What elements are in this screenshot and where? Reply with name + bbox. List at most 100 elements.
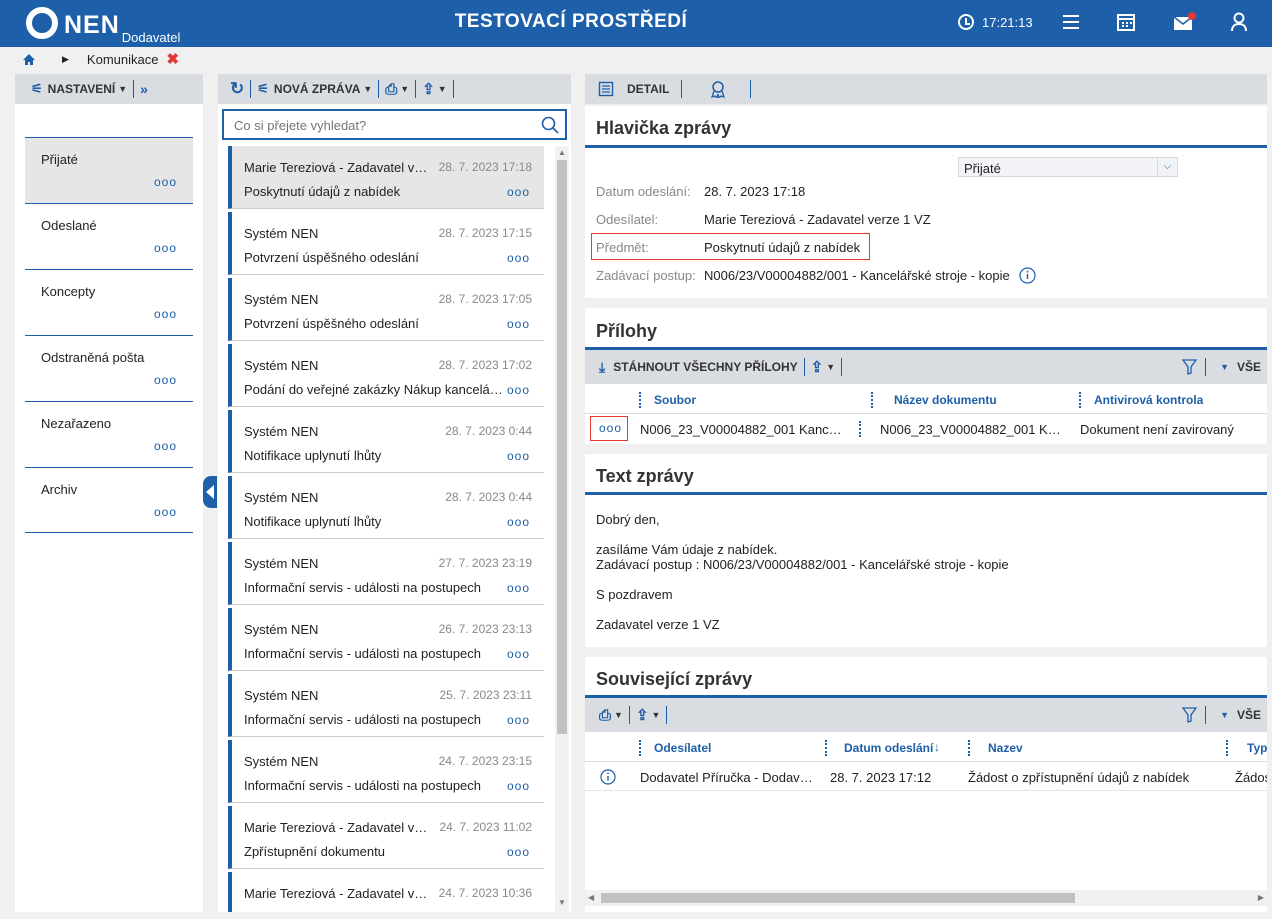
chevron-down-icon[interactable]: ▼ — [400, 84, 409, 94]
chevron-down-icon[interactable]: ⌵ — [1157, 158, 1177, 176]
scrollbar-thumb[interactable] — [601, 893, 1075, 903]
tab-detail[interactable]: DETAIL — [627, 82, 669, 96]
section-title-related: Související zprávy — [596, 669, 753, 689]
more-options-icon[interactable]: ooo — [154, 373, 177, 387]
message-item[interactable]: Systém NEN 26. 7. 2023 23:13 Informační … — [228, 608, 544, 671]
home-icon[interactable] — [22, 53, 36, 66]
more-options-icon[interactable]: ooo — [507, 251, 530, 265]
export-icon[interactable]: ⇪ — [811, 358, 824, 376]
more-options-icon[interactable]: ooo — [154, 241, 177, 255]
message-item[interactable]: Systém NEN 24. 7. 2023 23:15 Informační … — [228, 740, 544, 803]
folder-item-unsorted[interactable]: Nezařazeno ooo — [25, 401, 193, 467]
breadcrumb-current[interactable]: Komunikace — [87, 52, 159, 67]
message-body-line: zasíláme Vám údaje z nabídek. — [596, 542, 778, 557]
more-options-icon[interactable]: ooo — [507, 449, 530, 463]
message-item[interactable]: Systém NEN 27. 7. 2023 23:19 Informační … — [228, 542, 544, 605]
related-horizontal-scrollbar[interactable]: ◀ ▶ — [585, 890, 1267, 906]
more-options-icon[interactable]: ooo — [154, 505, 177, 519]
more-options-icon[interactable]: ooo — [507, 185, 530, 199]
message-item[interactable]: Marie Tereziová - Zadavatel verze 1 VZ 2… — [228, 146, 544, 209]
scroll-right-icon[interactable]: ▶ — [1258, 893, 1264, 902]
row-actions-icon[interactable]: ooo — [599, 421, 622, 435]
folder-item-received[interactable]: Přijaté ooo — [25, 137, 193, 203]
mail-icon[interactable] — [1173, 12, 1197, 32]
close-tab-icon[interactable]: ✖ — [166, 50, 179, 68]
print-icon[interactable]: ⎙ — [385, 81, 397, 98]
related-message-row[interactable]: Dodavatel Příručka - Dodavatel 28. 7. 20… — [585, 763, 1267, 791]
settings-button[interactable]: NASTAVENÍ — [48, 82, 116, 96]
column-header-sent-date[interactable]: Datum odeslání — [844, 741, 933, 755]
more-options-icon[interactable]: ooo — [507, 713, 530, 727]
message-item[interactable]: Systém NEN 28. 7. 2023 0:44 Notifikace u… — [228, 476, 544, 539]
info-icon[interactable] — [1019, 267, 1036, 284]
download-all-button[interactable]: STÁHNOUT VŠECHNY PŘÍLOHY — [613, 360, 797, 374]
filter-all-button[interactable]: VŠE — [1237, 360, 1261, 374]
chevron-down-icon[interactable]: ▼ — [1220, 710, 1229, 720]
message-item[interactable]: Marie Tereziová - Zadavatel verze 1 VZ 2… — [228, 806, 544, 869]
more-options-icon[interactable]: ooo — [507, 383, 530, 397]
more-options-icon[interactable]: ooo — [154, 439, 177, 453]
search-icon[interactable] — [541, 116, 559, 134]
collapse-panel-icon[interactable]: » — [140, 81, 148, 97]
info-icon[interactable] — [600, 769, 616, 785]
user-icon[interactable] — [1230, 12, 1248, 32]
message-list-scrollbar[interactable]: ▲ ▼ — [555, 146, 569, 912]
calendar-icon[interactable] — [1117, 12, 1135, 32]
chevron-down-icon[interactable]: ▼ — [363, 84, 372, 94]
scroll-up-icon[interactable]: ▲ — [558, 148, 566, 157]
search-input[interactable] — [234, 116, 534, 134]
folder-item-deleted[interactable]: Odstraněná pošta ooo — [25, 335, 193, 401]
more-options-icon[interactable]: ooo — [507, 779, 530, 793]
folder-item-sent[interactable]: Odeslané ooo — [25, 203, 193, 269]
attachment-file[interactable]: N006_23_V00004882_001 Kancelářské stroje — [640, 422, 842, 437]
more-options-icon[interactable]: ooo — [507, 515, 530, 529]
message-item[interactable]: Systém NEN 28. 7. 2023 17:15 Potvrzení ú… — [228, 212, 544, 275]
collapse-left-panel-handle[interactable] — [203, 476, 217, 508]
more-options-icon[interactable]: ooo — [507, 845, 530, 859]
chevron-down-icon[interactable]: ▼ — [118, 84, 127, 94]
chevron-down-icon[interactable]: ▼ — [826, 362, 835, 372]
export-icon[interactable]: ⇪ — [422, 80, 435, 98]
chevron-down-icon[interactable]: ▼ — [614, 710, 623, 720]
new-message-button[interactable]: NOVÁ ZPRÁVA — [274, 82, 360, 96]
message-item[interactable]: Systém NEN 25. 7. 2023 23:11 Informační … — [228, 674, 544, 737]
export-icon[interactable]: ⇪ — [636, 706, 649, 724]
message-sender: Systém NEN — [244, 622, 319, 637]
message-sender: Systém NEN — [244, 424, 319, 439]
print-icon[interactable]: ⎙ — [599, 707, 611, 724]
column-header-file[interactable]: Soubor — [654, 393, 696, 407]
procedure-value[interactable]: N006/23/V00004882/001 - Kancelářské stro… — [704, 268, 1010, 283]
scrollbar-thumb[interactable] — [557, 160, 567, 734]
column-header-name[interactable]: Nazev — [988, 741, 1023, 755]
more-options-icon[interactable]: ooo — [507, 581, 530, 595]
more-options-icon[interactable]: ooo — [507, 647, 530, 661]
message-item[interactable]: Systém NEN 28. 7. 2023 17:05 Potvrzení ú… — [228, 278, 544, 341]
message-item[interactable]: Marie Tereziová - Zadavatel verze 1 VZ 2… — [228, 872, 544, 912]
folder-item-drafts[interactable]: Koncepty ooo — [25, 269, 193, 335]
chevron-right-icon: ▶ — [62, 53, 69, 64]
filter-icon[interactable] — [1182, 359, 1198, 375]
folder-select[interactable]: Přijaté ⌵ — [958, 157, 1178, 177]
folder-item-archive[interactable]: Archiv ooo — [25, 467, 193, 533]
column-header-antivirus[interactable]: Antivirová kontrola — [1094, 393, 1203, 407]
refresh-icon[interactable]: ↻ — [230, 79, 244, 99]
chevron-down-icon[interactable]: ▼ — [652, 710, 661, 720]
sort-descending-icon[interactable]: ↓ — [934, 740, 940, 754]
column-header-document-name[interactable]: Název dokumentu — [894, 393, 997, 407]
more-options-icon[interactable]: ooo — [154, 307, 177, 321]
attachment-row[interactable]: ooo N006_23_V00004882_001 Kancelářské st… — [585, 415, 1267, 445]
chevron-down-icon[interactable]: ▼ — [438, 84, 447, 94]
column-header-type[interactable]: Typ — [1247, 741, 1267, 755]
chevron-down-icon[interactable]: ▼ — [1220, 362, 1229, 372]
certificate-icon[interactable] — [710, 80, 726, 98]
menu-icon[interactable] — [1061, 12, 1081, 32]
message-item[interactable]: Systém NEN 28. 7. 2023 17:02 Podání do v… — [228, 344, 544, 407]
more-options-icon[interactable]: ooo — [507, 317, 530, 331]
filter-icon[interactable] — [1182, 707, 1198, 723]
filter-all-button[interactable]: VŠE — [1237, 708, 1261, 722]
scroll-down-icon[interactable]: ▼ — [558, 898, 566, 907]
column-header-sender[interactable]: Odesílatel — [654, 741, 711, 755]
scroll-left-icon[interactable]: ◀ — [588, 893, 594, 902]
message-item[interactable]: Systém NEN 28. 7. 2023 0:44 Notifikace u… — [228, 410, 544, 473]
more-options-icon[interactable]: ooo — [154, 175, 177, 189]
